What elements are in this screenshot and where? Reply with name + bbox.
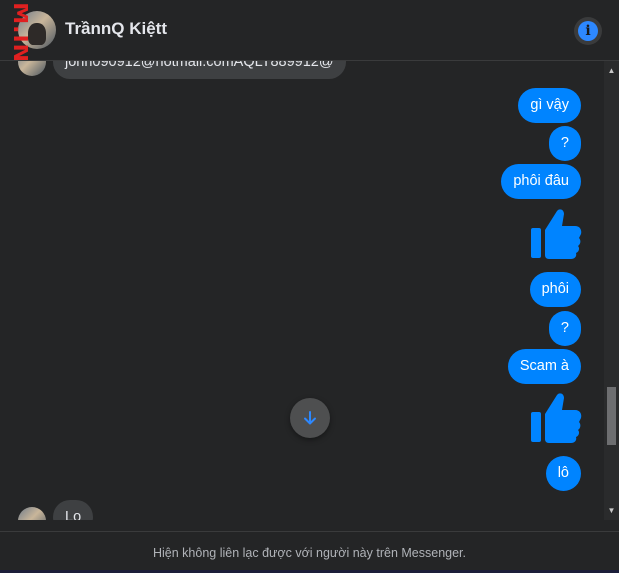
scroll-up-arrow-icon[interactable]: ▲ xyxy=(604,63,619,78)
contact-avatar-small xyxy=(18,507,46,520)
scroll-down-arrow-icon[interactable]: ▼ xyxy=(604,503,619,518)
arrow-down-icon xyxy=(304,411,316,425)
received-message[interactable]: Lo xyxy=(53,500,94,520)
message-list[interactable]: john090912@hotmail.comAQLT889912@ gì vậy… xyxy=(0,61,604,520)
footer-notice: Hiện không liên lạc được với người này t… xyxy=(0,531,619,573)
scrollbar[interactable]: ▲ ▼ xyxy=(604,61,619,520)
sent-message[interactable]: gì vậy xyxy=(518,88,581,123)
like-thumbs-up-icon[interactable] xyxy=(527,205,583,261)
scrollbar-thumb[interactable] xyxy=(607,387,616,445)
scroll-to-bottom-button[interactable] xyxy=(290,398,330,438)
sent-message[interactable]: ? xyxy=(548,126,581,161)
info-icon: i xyxy=(578,21,598,41)
unavailable-notice-text: Hiện không liên lạc được với người này t… xyxy=(152,545,466,560)
conversation-header: TrầnnQ Kiệtt i xyxy=(0,0,619,61)
received-message[interactable]: john090912@hotmail.comAQLT889912@ xyxy=(53,61,346,79)
sent-message[interactable]: lô xyxy=(545,456,581,491)
sent-message[interactable]: phôi xyxy=(529,272,581,307)
sent-message[interactable]: phôi đâu xyxy=(501,164,581,199)
contact-avatar-small xyxy=(18,61,46,76)
sent-message[interactable]: ? xyxy=(548,311,581,346)
like-thumbs-up-icon[interactable] xyxy=(527,389,583,445)
info-button[interactable]: i xyxy=(574,17,602,45)
sent-message[interactable]: Scam à xyxy=(507,349,581,384)
contact-name[interactable]: TrầnnQ Kiệtt xyxy=(65,19,167,39)
